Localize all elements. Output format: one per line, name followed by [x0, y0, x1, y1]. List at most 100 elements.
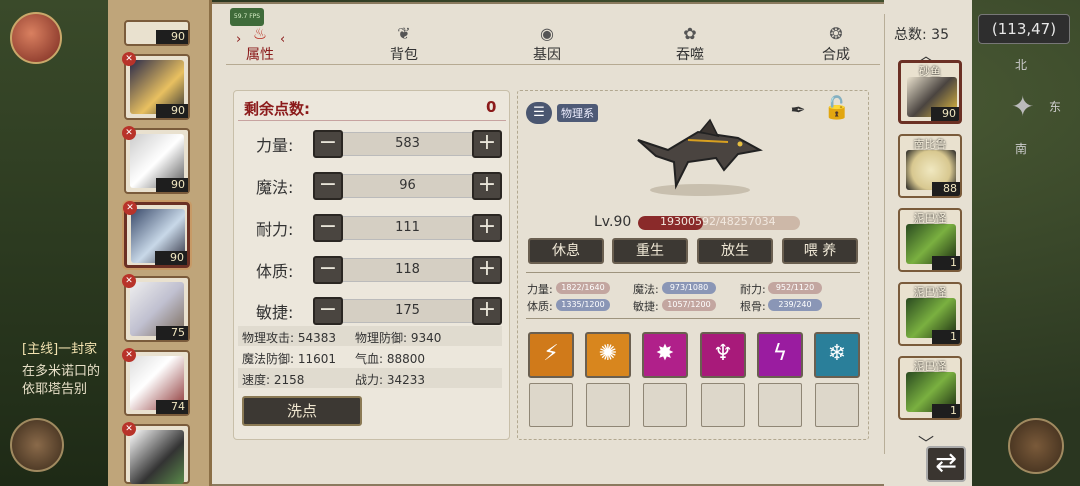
- lightning-skill-icon: ϟ: [772, 341, 788, 366]
- slash-skill-icon: ⚡: [543, 341, 559, 366]
- aptitude-label: 力量:: [527, 283, 553, 296]
- aptitude-bar: 1335/1200: [556, 299, 610, 311]
- empty-skill-slot[interactable]: [758, 383, 802, 427]
- bottom-right-avatar[interactable]: [1008, 418, 1064, 474]
- strength-plus-button[interactable]: +: [472, 130, 502, 158]
- constitution-value: 118: [343, 258, 472, 282]
- stat-label-agility: 敏捷:: [256, 303, 294, 322]
- skill-slot[interactable]: ϟ: [757, 332, 803, 378]
- stat-label-magic: 魔法:: [256, 178, 294, 197]
- tab-attributes[interactable]: ♨ 属性: [230, 24, 290, 64]
- collection-item-name: 泥巴怪: [913, 360, 947, 373]
- sun-skill-icon: ✺: [598, 341, 618, 366]
- burst-skill-icon: ✸: [655, 341, 675, 366]
- synthesis-icon: ❂: [829, 24, 843, 43]
- element-badge-icon: ✕: [122, 274, 136, 288]
- element-badge-icon: ✕: [122, 126, 136, 140]
- collection-total: 总数: 35: [894, 27, 949, 43]
- collection-item-name: 泥巴怪: [913, 212, 947, 225]
- gene-icon: ◉: [540, 24, 554, 43]
- empty-skill-slot[interactable]: [586, 383, 630, 427]
- collection-item-level: 1: [932, 256, 960, 270]
- list-icon[interactable]: ☰: [526, 102, 552, 124]
- player-avatar[interactable]: [10, 12, 62, 64]
- tab-synthesis[interactable]: ❂ 合成: [806, 24, 866, 64]
- empty-skill-slot[interactable]: [815, 383, 859, 427]
- rest-button[interactable]: 休息: [528, 238, 604, 264]
- element-badge-icon: ✕: [122, 422, 136, 436]
- constitution-plus-button[interactable]: +: [472, 256, 502, 284]
- pet-level: 90: [156, 104, 188, 118]
- skill-slot[interactable]: ❄: [814, 332, 860, 378]
- collection-item[interactable]: 泥巴怪 1: [898, 282, 962, 346]
- collection-item[interactable]: 南比鲁 88: [898, 134, 962, 198]
- agility-plus-button[interactable]: +: [472, 297, 502, 325]
- divider: [526, 318, 860, 319]
- aptitude-bar: 1822/1640: [556, 282, 610, 294]
- compass-east: 东: [1049, 100, 1062, 114]
- skill-slot[interactable]: ✺: [585, 332, 631, 378]
- pet-level: 90: [155, 251, 187, 265]
- collection-item-level: 1: [932, 330, 960, 344]
- skill-slot[interactable]: ⚡: [528, 332, 574, 378]
- aptitude-label: 魔法:: [633, 283, 659, 296]
- constitution-minus-button[interactable]: −: [313, 256, 343, 284]
- compass-rose-icon: ✦: [1011, 90, 1035, 123]
- pet-list-item[interactable]: ✕ 74: [122, 348, 190, 416]
- release-button[interactable]: 放生: [697, 238, 773, 264]
- empty-skill-slot[interactable]: [701, 383, 745, 427]
- magic-minus-button[interactable]: −: [313, 172, 343, 200]
- tab-devour[interactable]: ✿ 吞噬: [660, 24, 720, 64]
- pet-list-item[interactable]: 90: [124, 20, 190, 46]
- empty-skill-slot[interactable]: [643, 383, 687, 427]
- pet-list-item[interactable]: ✕: [122, 422, 190, 484]
- collection-item-name: 砂鱼: [919, 65, 941, 78]
- magic-plus-button[interactable]: +: [472, 172, 502, 200]
- quest-line-2: 依耶塔告别: [22, 382, 88, 397]
- skill-slot[interactable]: ✸: [642, 332, 688, 378]
- skill-slot[interactable]: ♆: [700, 332, 746, 378]
- compass-north: 北: [1015, 58, 1028, 72]
- pet-hp-text: 19300592/48257034: [660, 215, 776, 228]
- strength-minus-button[interactable]: −: [313, 130, 343, 158]
- endurance-plus-button[interactable]: +: [472, 214, 502, 242]
- divider: [884, 14, 885, 454]
- lock-icon[interactable]: 🔓: [822, 96, 852, 128]
- endurance-minus-button[interactable]: −: [313, 214, 343, 242]
- pet-level: 75: [156, 326, 188, 340]
- agility-value: 175: [343, 299, 472, 323]
- swap-icon[interactable]: ⇄: [926, 446, 966, 482]
- quill-icon[interactable]: ✒: [785, 100, 811, 126]
- stat-label-strength: 力量:: [256, 136, 294, 155]
- reset-points-button[interactable]: 洗点: [242, 396, 362, 426]
- aptitude-label: 敏捷:: [633, 300, 659, 313]
- agility-minus-button[interactable]: −: [313, 297, 343, 325]
- pet-level-label: Lv.90: [594, 214, 632, 230]
- collection-item[interactable]: 泥巴怪 1: [898, 208, 962, 272]
- pet-level: 74: [156, 400, 188, 414]
- bag-icon: ❦: [397, 24, 411, 43]
- speed-stat: 速度: 2158: [242, 373, 305, 387]
- collection-item[interactable]: 泥巴怪 1: [898, 356, 962, 420]
- rebirth-button[interactable]: 重生: [612, 238, 688, 264]
- remaining-points-label: 剩余点数:: [244, 100, 310, 118]
- tab-bag[interactable]: ❦ 背包: [374, 24, 434, 64]
- divider: [526, 272, 860, 273]
- tab-gene[interactable]: ◉ 基因: [517, 24, 577, 64]
- pet-list-item[interactable]: ✕ 75: [122, 274, 190, 342]
- feed-button[interactable]: 喂 养: [782, 238, 858, 264]
- ice-skill-icon: ❄: [827, 341, 847, 366]
- pet-portrait: [130, 430, 184, 484]
- collection-item-selected[interactable]: 砂鱼 90: [898, 60, 962, 124]
- combat-power: 战力: 34233: [355, 373, 426, 387]
- pet-list-item[interactable]: ✕ 90: [122, 52, 190, 120]
- bottom-left-avatar[interactable]: [10, 418, 64, 472]
- hp-stat: 气血: 88800: [355, 352, 426, 366]
- quest-title[interactable]: [主线]一封家: [22, 338, 97, 357]
- physical-defense: 物理防御: 9340: [355, 331, 442, 345]
- empty-skill-slot[interactable]: [529, 383, 573, 427]
- element-tag: 物理系: [557, 104, 598, 122]
- pet-list-item-selected[interactable]: ✕ 90: [123, 201, 190, 268]
- pet-list-item[interactable]: ✕ 90: [122, 126, 190, 194]
- remaining-points-value: 0: [486, 98, 497, 116]
